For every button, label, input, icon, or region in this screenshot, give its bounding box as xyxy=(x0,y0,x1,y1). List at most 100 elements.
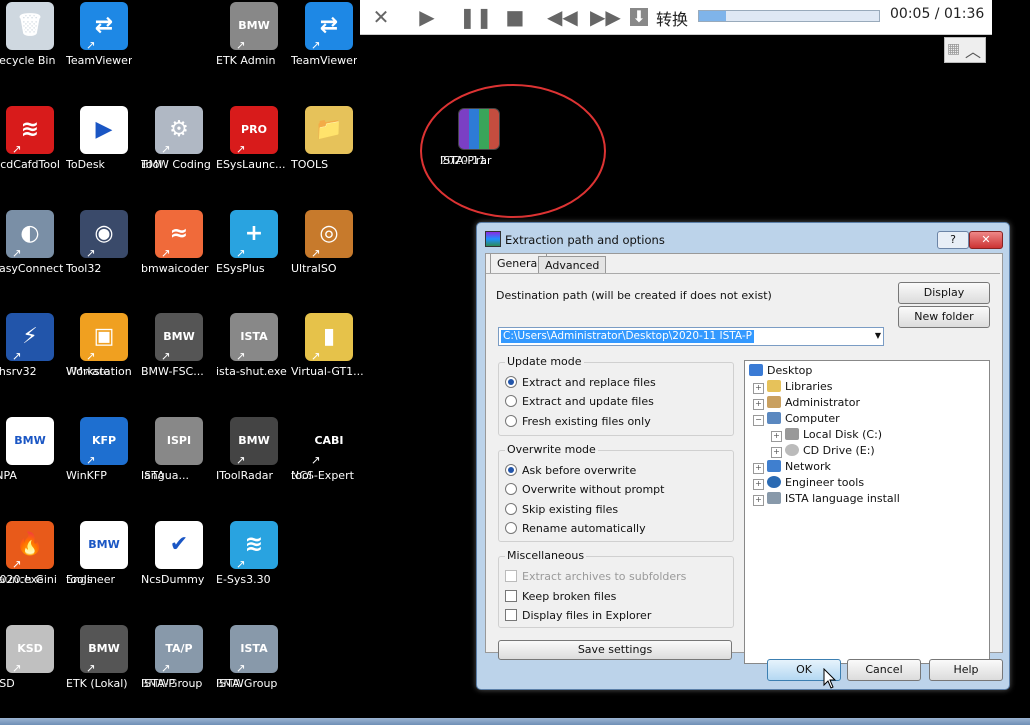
stop-icon[interactable]: ■ xyxy=(504,6,526,28)
tree-item-engineer-tools[interactable]: + Engineer tools xyxy=(753,475,864,491)
option-label: Skip existing files xyxy=(522,503,619,516)
tree-label: Engineer tools xyxy=(785,476,865,489)
radio-icon[interactable] xyxy=(505,415,517,427)
desktop-icon-launch-gini[interactable]: 🔥↗Launch GiniB020.exe xyxy=(0,521,68,586)
chevron-down-icon[interactable]: ▼ xyxy=(875,331,881,340)
desktop-icon-ista-langua[interactable]: ISPI ISTA langua... xyxy=(141,417,217,482)
update-option[interactable]: Extract and replace files xyxy=(505,375,656,391)
download-icon[interactable]: ⬇ xyxy=(630,8,648,26)
desktop-icon-esysplus[interactable]: + ↗ ESysPlus xyxy=(216,210,292,275)
radio-icon[interactable] xyxy=(505,376,517,388)
tree-item-administrator[interactable]: + Administrator xyxy=(753,395,860,411)
desktop-icon-ncdcafdtool[interactable]: ≋↗NcdCafdTool xyxy=(0,106,68,171)
destination-path-combo[interactable]: C:\Users\Administrator\Desktop\2020-11 I… xyxy=(498,327,884,346)
destination-path-value[interactable]: C:\Users\Administrator\Desktop\2020-11 I… xyxy=(501,330,754,343)
expand-icon[interactable]: + xyxy=(753,495,764,506)
tab-advanced[interactable]: Advanced xyxy=(538,256,607,274)
checkbox-icon[interactable] xyxy=(505,590,517,602)
mini-control[interactable]: ▦ ︿ xyxy=(944,37,986,63)
help-title-button[interactable]: ? xyxy=(937,231,969,249)
tree-item-ista-language[interactable]: + ISTA language install xyxy=(753,491,900,507)
expand-icon[interactable]: + xyxy=(753,463,764,474)
radio-icon[interactable] xyxy=(505,395,517,407)
grid-icon[interactable]: ▦ xyxy=(947,41,960,57)
update-option[interactable]: Extract and update files xyxy=(505,394,654,410)
overwrite-option[interactable]: Skip existing files xyxy=(505,502,618,518)
option-label: Extract and update files xyxy=(522,395,654,408)
fast-forward-icon[interactable]: ▶▶ xyxy=(590,6,621,28)
new-folder-button[interactable]: New folder xyxy=(898,306,990,328)
overwrite-option[interactable]: Rename automatically xyxy=(505,521,646,537)
desktop-icon-todesk[interactable]: ▶ ↗ ToDesk xyxy=(66,106,142,171)
update-option[interactable]: Fresh existing files only xyxy=(505,414,651,430)
desktop-icon-recycle-bin[interactable]: 🗑 Recycle Bin xyxy=(0,2,68,67)
option-label: Ask before overwrite xyxy=(522,464,637,477)
overwrite-option[interactable]: Overwrite without prompt xyxy=(505,482,664,498)
tree-item-cd-drive[interactable]: + CD Drive (E:) xyxy=(771,443,875,459)
expand-icon[interactable]: + xyxy=(753,479,764,490)
desktop-icon-ncs-expert[interactable]: CABI ↗ NCS-Expert tool xyxy=(291,417,367,482)
desktop-icon-winkfp[interactable]: KFP ↗ WinKFP xyxy=(66,417,142,482)
desktop-icon-ncsdummy[interactable]: ✔ ↗ NcsDummy xyxy=(141,521,217,586)
tree-item-computer[interactable]: − Computer xyxy=(753,411,840,427)
desktop-icon-ifhsrv32[interactable]: ⚡↗ifhsrv32 xyxy=(0,313,68,378)
expand-icon[interactable]: + xyxy=(753,399,764,410)
tree-item-libraries[interactable]: + Libraries xyxy=(753,379,833,395)
display-button[interactable]: Display xyxy=(898,282,990,304)
save-settings-button[interactable]: Save settings xyxy=(498,640,732,660)
radio-icon[interactable] xyxy=(505,522,517,534)
desktop-icon-ksd[interactable]: KSD↗KSD xyxy=(0,625,68,690)
dialog-titlebar[interactable]: Extraction path and options ? ✕ xyxy=(477,223,1009,251)
radio-icon[interactable] xyxy=(505,464,517,476)
convert-label[interactable]: 转换 xyxy=(656,6,688,30)
desktop-icon-etk-lokal[interactable]: BMW ↗ ETK (Lokal) xyxy=(66,625,142,690)
desktop-icon-etk-admin[interactable]: BMW ↗ ETK Admin xyxy=(216,2,292,67)
radio-icon[interactable] xyxy=(505,503,517,515)
desktop-icon-bmwgroup-ista[interactable]: ISTA ↗ BMWGroup ISTA xyxy=(216,625,292,690)
tree-item-local-disk[interactable]: + Local Disk (C:) xyxy=(771,427,882,443)
checkbox-icon[interactable] xyxy=(505,609,517,621)
close-button[interactable]: ✕ xyxy=(969,231,1003,249)
help-button[interactable]: Help xyxy=(929,659,1003,681)
desktop-icon-engineer-tools[interactable]: BMW ↗ Engineer tools xyxy=(66,521,142,586)
misc-option[interactable]: Keep broken files xyxy=(505,589,616,605)
close-icon[interactable]: ✕ xyxy=(370,6,392,28)
desktop-icon-bmw-fsc[interactable]: BMW ↗ BMW-FSC... xyxy=(141,313,217,378)
desktop-icon-inpa[interactable]: BMW↗INPA xyxy=(0,417,68,482)
overwrite-option[interactable]: Ask before overwrite xyxy=(505,463,636,479)
collapse-icon[interactable]: − xyxy=(753,415,764,426)
desktop-icon-virtual-gt1[interactable]: ▮ ↗ Virtual-GT1... xyxy=(291,313,367,378)
tree-item-desktop[interactable]: Desktop xyxy=(749,363,812,379)
bmw-icon xyxy=(767,476,781,488)
desktop-icon-teamviewer-1[interactable]: ⇄ ↗ TeamViewer xyxy=(66,2,142,67)
cancel-button[interactable]: Cancel xyxy=(847,659,921,681)
desktop-icon-label: bmwaicoder xyxy=(141,262,209,275)
folder-tree[interactable]: Desktop + Libraries + Administrator − Compu… xyxy=(744,360,990,664)
misc-option[interactable]: Display files in Explorer xyxy=(505,608,651,624)
desktop-icon-ultraiso[interactable]: ◎ ↗ UltraISO xyxy=(291,210,367,275)
radio-icon[interactable] xyxy=(505,483,517,495)
desktop-icon-esyslauncher[interactable]: PRO ↗ ESysLaunc... xyxy=(216,106,292,171)
desktop-icon-ista-shut[interactable]: ISTA ↗ ista-shut.exe xyxy=(216,313,292,378)
rewind-icon[interactable]: ◀◀ xyxy=(547,6,578,28)
expand-icon[interactable]: + xyxy=(771,431,782,442)
general-panel: Destination path (will be created if doe… xyxy=(486,273,1000,664)
desktop-icon-bmw-coding-tool[interactable]: ⚙ ↗ BMW Coding Tool xyxy=(141,106,217,171)
expand-icon[interactable]: + xyxy=(771,447,782,458)
desktop-icon-easyconnect[interactable]: ◐↗EasyConnect xyxy=(0,210,68,275)
desktop-icon-tool32[interactable]: ◉ ↗ Tool32 xyxy=(66,210,142,275)
pause-icon[interactable]: ❚❚ xyxy=(459,6,493,28)
desktop-icon-bmwgroup-ista-p[interactable]: TA/P ↗ BMWGroup ISTA-P xyxy=(141,625,217,690)
desktop-icon-label: Tool32 xyxy=(66,262,102,275)
progress-bar[interactable] xyxy=(698,10,880,22)
desktop-icon-teamviewer-2[interactable]: ⇄ ↗ TeamViewer xyxy=(291,2,367,67)
desktop-icon-tools[interactable]: 📁 TOOLS xyxy=(291,106,367,171)
desktop-icon-bmwaicoder[interactable]: ≈ ↗ bmwaicoder xyxy=(141,210,217,275)
desktop-icon-itoolradar[interactable]: BMW ↗ IToolRadar xyxy=(216,417,292,482)
expand-icon[interactable]: + xyxy=(753,383,764,394)
chevron-up-icon[interactable]: ︿ xyxy=(965,38,981,62)
play-icon[interactable]: ▶ xyxy=(416,6,438,28)
desktop-icon-e-sys[interactable]: ≋ ↗ E-Sys3.30 xyxy=(216,521,292,586)
tree-item-network[interactable]: + Network xyxy=(753,459,831,475)
desktop-icon-vmware[interactable]: ▣ ↗ VMware Workstation xyxy=(66,313,142,378)
